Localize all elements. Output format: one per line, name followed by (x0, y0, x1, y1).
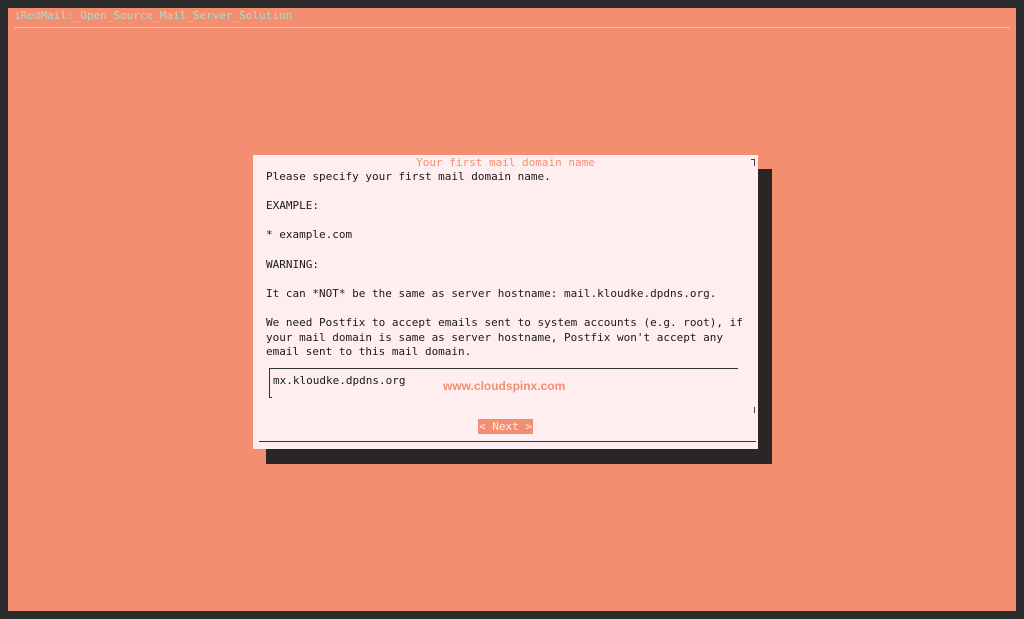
domain-dialog: Your first mail domain name Please speci… (253, 155, 758, 449)
dialog-border-tick (754, 407, 755, 413)
dialog-border-corner (751, 159, 755, 166)
domain-input[interactable]: mx.kloudke.dpdns.org (273, 374, 405, 387)
watermark: www.cloudspinx.com (443, 379, 566, 393)
message-line: We need Postfix to accept emails sent to… (266, 315, 743, 329)
message-line: your mail domain is same as server hostn… (266, 330, 723, 344)
message-line: EXAMPLE: (266, 199, 319, 213)
next-button-hotkey: N (492, 420, 499, 433)
dialog-bottom-border (259, 441, 756, 442)
message-line: Please specify your first mail domain na… (266, 170, 551, 183)
message-line: email sent to this mail domain. (266, 345, 472, 359)
input-border-foot (269, 397, 272, 398)
message-line: It can *NOT* be the same as server hostn… (266, 286, 717, 300)
input-border-left (269, 368, 270, 398)
message-line: WARNING: (266, 257, 319, 271)
next-button-prefix: < (479, 420, 493, 433)
dialog-title: Your first mail domain name (416, 156, 595, 169)
input-border-top (269, 368, 738, 369)
back-title-divider (14, 27, 1010, 28)
next-button-label: ext (498, 420, 519, 433)
back-title: iRedMail:_Open_Source_Mail_Server_Soluti… (14, 9, 293, 22)
dialog-message: Please specify your first mail domain na… (266, 170, 751, 360)
message-line: * example.com (266, 228, 353, 242)
next-button-suffix: > (518, 420, 532, 433)
next-button[interactable]: < Next > (478, 419, 533, 434)
